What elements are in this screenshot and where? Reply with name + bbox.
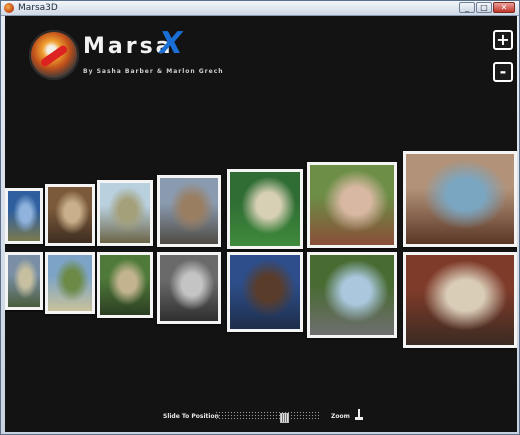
bottom-row-photo[interactable] <box>5 252 43 310</box>
gallery-stage[interactable]: Marsa X By Sasha Barber & Marlon Grech +… <box>5 16 517 432</box>
title-bar[interactable]: Marsa3D _ □ ✕ <box>1 1 519 16</box>
app-logo: Marsa X By Sasha Barber & Marlon Grech <box>29 26 223 90</box>
zoom-out-button[interactable]: - <box>493 62 513 82</box>
top-row-photo[interactable] <box>45 184 95 246</box>
minimize-button[interactable]: _ <box>459 2 475 13</box>
close-button[interactable]: ✕ <box>493 2 515 13</box>
bottom-row-photo[interactable] <box>157 252 221 324</box>
rocket-logo-icon <box>29 30 79 80</box>
bottom-row-photo[interactable] <box>97 252 153 318</box>
slide-to-position-label: Slide To Position <box>163 413 219 420</box>
top-row-photo[interactable] <box>157 175 221 247</box>
app-icon <box>4 3 14 13</box>
position-slider-thumb[interactable] <box>280 413 289 423</box>
position-slider[interactable] <box>215 411 319 423</box>
app-window: Marsa3D _ □ ✕ Marsa X By Sasha Barber & … <box>0 0 520 435</box>
window-controls: _ □ ✕ <box>459 2 515 14</box>
bottom-row-photo[interactable] <box>307 252 397 338</box>
top-row-photo[interactable] <box>307 162 397 248</box>
logo-byline: By Sasha Barber & Marlon Grech <box>83 68 224 75</box>
zoom-label: Zoom <box>331 413 350 420</box>
bottom-row-photo[interactable] <box>45 252 95 314</box>
maximize-button[interactable]: □ <box>476 2 492 13</box>
top-row-photo[interactable] <box>97 180 153 246</box>
top-row-photo[interactable] <box>227 169 303 249</box>
top-row-photo[interactable] <box>403 151 517 247</box>
top-row-photo[interactable] <box>5 188 43 244</box>
controls-bar: Slide To Position Zoom <box>5 408 517 428</box>
window-title: Marsa3D <box>18 3 58 13</box>
bottom-row-photo[interactable] <box>403 252 517 348</box>
logo-accent-letter: X <box>155 26 186 61</box>
zoom-in-button[interactable]: + <box>493 30 513 50</box>
bottom-row-photo[interactable] <box>227 252 303 332</box>
zoom-slider-handle-icon[interactable] <box>355 409 363 421</box>
